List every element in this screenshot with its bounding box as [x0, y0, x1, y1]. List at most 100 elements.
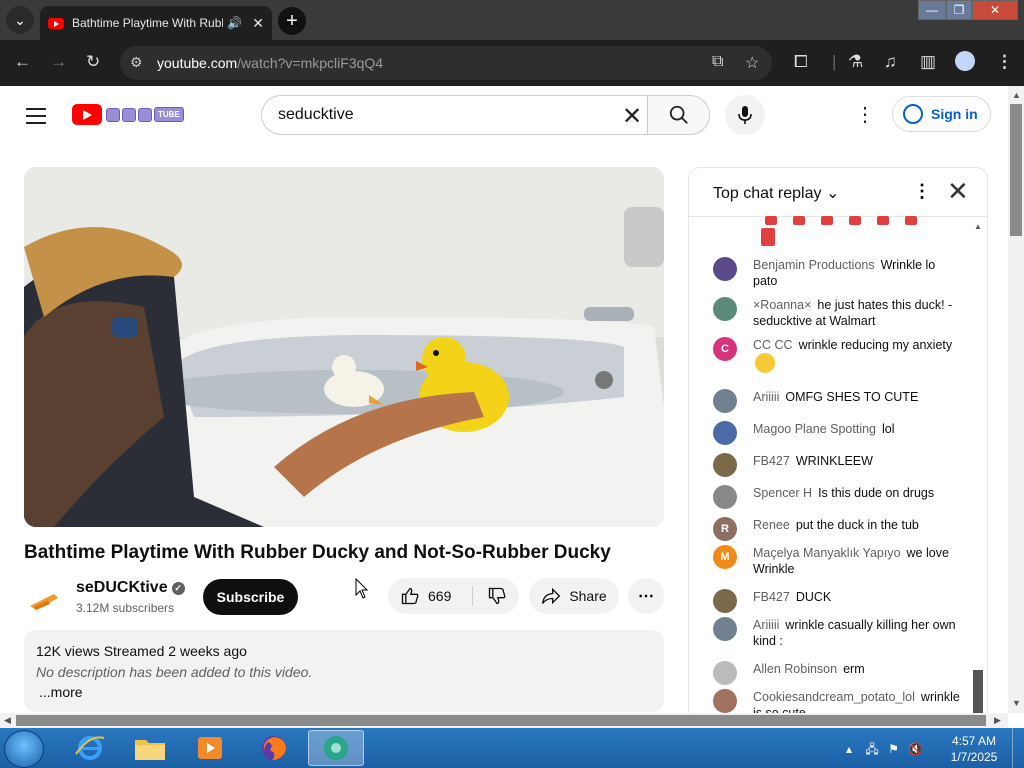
show-hidden-icons-icon[interactable]: ▴: [846, 742, 852, 756]
chat-avatar: [713, 453, 737, 477]
like-dislike-group: 669: [388, 578, 519, 614]
search-button[interactable]: [647, 95, 710, 135]
chat-message: R Renee put the duck in the tub: [713, 517, 963, 541]
logo-doodle: [106, 107, 154, 122]
bookmark-star-icon[interactable]: ☆: [745, 53, 759, 73]
address-bar[interactable]: ⚙ youtube.com/watch?v=mkpcliF3qQ4 ⧉ ☆: [120, 46, 772, 80]
show-more-link[interactable]: ...more: [39, 684, 83, 700]
youtube-play-icon: [72, 104, 102, 125]
scroll-up-arrow-icon[interactable]: ▲: [1012, 90, 1021, 100]
voice-search-button[interactable]: [725, 95, 765, 135]
emoji-icon: [761, 228, 775, 246]
chat-scroll-up-icon[interactable]: ▲: [974, 222, 982, 231]
vertical-scrollbar[interactable]: ▲ ▼: [1008, 86, 1024, 713]
chat-header: Top chat replay ⌄ ⋮ ✕: [689, 168, 987, 217]
profile-avatar-icon[interactable]: [955, 51, 975, 71]
chat-avatar: [713, 617, 737, 641]
chrome-app-icon[interactable]: [308, 730, 364, 766]
window-maximize-button[interactable]: ❐: [946, 0, 972, 20]
chat-close-icon[interactable]: ✕: [947, 176, 969, 207]
channel-logo-icon: [30, 594, 58, 610]
chat-message: C CC CC wrinkle reducing my anxiety: [713, 337, 963, 373]
clock-time: 4:57 AM: [951, 734, 997, 748]
clock[interactable]: 4:57 AM 1/7/2025: [946, 733, 1002, 765]
chat-message: ×Roanna× he just hates this duck! -seduck…: [713, 297, 963, 329]
account-icon: [903, 104, 923, 124]
chat-avatar: [713, 589, 737, 613]
windows-taskbar: ▴ 🖧 ⚑ 🔇 4:57 AM 1/7/2025: [0, 728, 1024, 768]
search-input[interactable]: [278, 106, 598, 124]
window-minimize-button[interactable]: —: [918, 0, 946, 20]
side-panel-icon[interactable]: ▥: [920, 52, 936, 72]
forward-arrow-icon[interactable]: →: [50, 52, 67, 72]
start-button[interactable]: [4, 730, 44, 768]
back-arrow-icon[interactable]: ←: [14, 52, 31, 72]
share-button[interactable]: Share: [529, 578, 619, 614]
chat-menu-icon[interactable]: ⋮: [913, 181, 931, 202]
chat-avatar: R: [713, 517, 737, 541]
labs-flask-icon[interactable]: ⚗: [848, 52, 863, 72]
clock-date: 1/7/2025: [950, 750, 998, 764]
emoji-row: [765, 216, 933, 225]
chat-message: Benjamin Productions Wrinkle lo pato: [713, 257, 963, 289]
extensions-icon[interactable]: ⧠: [794, 52, 808, 72]
more-actions-button[interactable]: ⋯: [628, 578, 664, 614]
chat-mode-dropdown[interactable]: Top chat replay ⌄: [713, 183, 839, 203]
volume-muted-icon[interactable]: 🔇: [908, 742, 923, 756]
firefox-icon[interactable]: [246, 730, 302, 766]
dislike-button[interactable]: [474, 578, 519, 614]
youtube-logo[interactable]: TUBE: [72, 104, 184, 125]
search-icon: [669, 105, 688, 124]
channel-name[interactable]: seDUCKtive ✓: [76, 579, 185, 597]
scroll-right-arrow-icon[interactable]: ▶: [994, 715, 1001, 726]
chat-scrollbar[interactable]: [973, 670, 983, 714]
clear-search-icon[interactable]: ✕: [622, 102, 642, 131]
chat-message: Cookiesandcream_potato_lol wrinkle is so …: [713, 689, 963, 714]
subscribe-button[interactable]: Subscribe: [203, 579, 298, 615]
chat-message: FB427 DUCK: [713, 589, 963, 613]
new-tab-button[interactable]: +: [278, 7, 306, 35]
window-close-button[interactable]: ✕: [972, 0, 1018, 20]
media-player-icon[interactable]: [182, 730, 238, 766]
settings-menu-icon[interactable]: ⋮: [855, 102, 875, 127]
search-box[interactable]: ✕: [261, 95, 648, 135]
show-desktop-button[interactable]: [1012, 728, 1024, 768]
media-controls-icon[interactable]: ♫: [884, 52, 897, 72]
scroll-down-arrow-icon[interactable]: ▼: [1012, 698, 1021, 708]
video-player[interactable]: [24, 167, 664, 527]
browser-menu-icon[interactable]: ⋮: [996, 52, 1013, 72]
sign-in-button[interactable]: Sign in: [892, 96, 991, 132]
tab-strip: ⌄ Bathtime Playtime With Rubber Ducky an…: [0, 0, 1024, 40]
chat-avatar: [713, 297, 737, 321]
chat-message: Ariiiii wrinkle casually killing her own …: [713, 617, 963, 649]
chat-message: M Maçelya Manyaklık Yapıyo we love Wrinkl…: [713, 545, 963, 577]
tab-title: Bathtime Playtime With Rubber Ducky and …: [72, 16, 223, 30]
description-box[interactable]: 12K views Streamed 2 weeks ago No descri…: [24, 630, 664, 712]
chat-avatar: [713, 421, 737, 445]
file-explorer-icon[interactable]: [122, 730, 178, 766]
chat-message: Spencer H Is this dude on drugs: [713, 485, 963, 509]
vertical-scroll-thumb[interactable]: [1010, 104, 1022, 236]
hamburger-menu-icon[interactable]: [26, 108, 46, 129]
chat-message: FB427 WRINKLEEW: [713, 453, 963, 477]
speaker-icon[interactable]: 🔊: [227, 16, 242, 30]
scroll-left-arrow-icon[interactable]: ◀: [4, 715, 11, 726]
share-arrow-icon: [542, 587, 561, 605]
tab-search-icon[interactable]: ⌄: [6, 6, 34, 34]
horizontal-scroll-thumb[interactable]: [16, 715, 986, 726]
internet-explorer-icon[interactable]: [62, 730, 118, 766]
reload-icon[interactable]: ↻: [86, 52, 100, 72]
chat-avatar: [713, 485, 737, 509]
channel-avatar[interactable]: [24, 580, 64, 620]
action-center-flag-icon[interactable]: ⚑: [888, 742, 899, 756]
like-divider: [472, 586, 473, 606]
view-count-date: 12K views Streamed 2 weeks ago: [36, 643, 247, 659]
url-text[interactable]: youtube.com/watch?v=mkpcliF3qQ4: [157, 55, 383, 71]
network-icon[interactable]: 🖧: [865, 742, 878, 756]
install-app-icon[interactable]: ⧉: [712, 53, 723, 71]
like-button[interactable]: 669: [388, 578, 472, 614]
horizontal-scrollbar[interactable]: ◀ ▶: [0, 713, 1008, 728]
tab-close-icon[interactable]: ✕: [252, 15, 264, 32]
active-tab[interactable]: Bathtime Playtime With Rubber Ducky and …: [40, 6, 272, 40]
site-info-icon[interactable]: ⚙: [130, 54, 143, 71]
